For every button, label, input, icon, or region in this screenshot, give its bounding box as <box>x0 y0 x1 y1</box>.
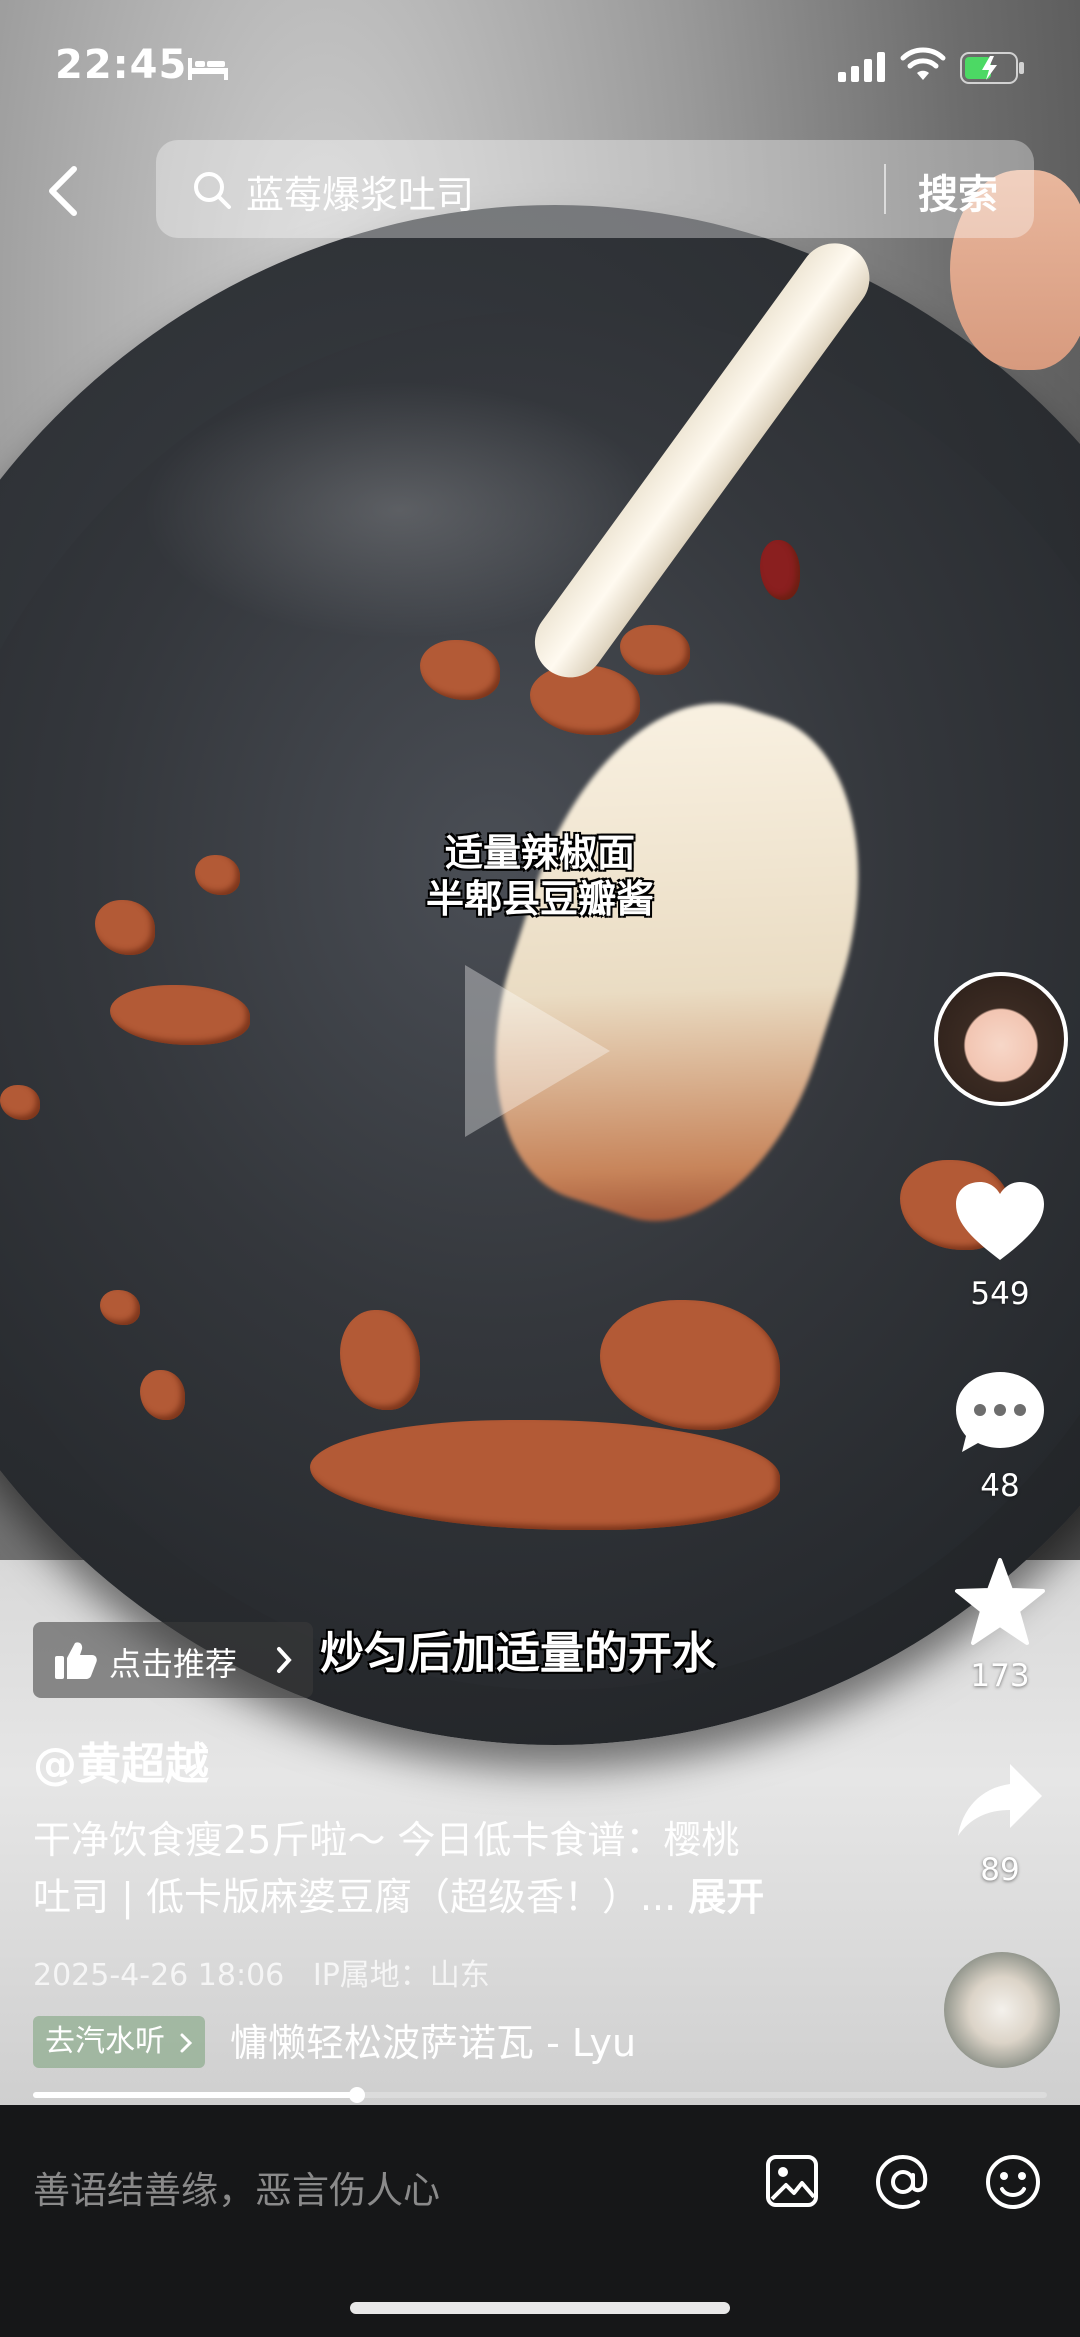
music-tag-label: 去汽水听 <box>45 2024 165 2059</box>
search-divider <box>884 164 886 214</box>
video-caption-bottom: 炒匀后加适量的开水 <box>320 1628 716 1679</box>
like-button[interactable]: 549 <box>950 1180 1050 1312</box>
video-progress-bar[interactable] <box>33 2087 1047 2103</box>
chevron-right-icon <box>180 2033 192 2052</box>
comment-count: 48 <box>980 1468 1020 1504</box>
status-bar: 22:45 <box>0 0 1080 130</box>
home-indicator <box>350 2302 730 2314</box>
caption-line-1: 适量辣椒面 <box>444 831 635 875</box>
video-progress-fill <box>33 2092 358 2098</box>
music-disc[interactable] <box>944 1952 1060 2068</box>
post-date: 2025-4-26 18:06 <box>33 1958 285 1993</box>
heart-icon <box>956 1182 1044 1260</box>
chevron-right-icon <box>277 1647 292 1673</box>
search-button[interactable]: 搜索 <box>918 162 998 220</box>
play-icon[interactable] <box>465 965 610 1137</box>
share-count: 89 <box>980 1852 1020 1888</box>
image-icon[interactable] <box>764 2153 820 2209</box>
comment-input[interactable]: 善语结善缘，恶言伤人心 <box>33 2160 440 2214</box>
post-meta: 2025-4-26 18:06 IP属地：山东 <box>33 1950 490 1994</box>
caption-line-2: 半郫县豆瓣酱 <box>425 877 654 921</box>
bed-icon <box>188 58 228 80</box>
battery-icon <box>960 52 1024 84</box>
search-icon <box>194 172 231 209</box>
description-line-2: 吐司 | 低卡版麻婆豆腐（超级香！）... <box>33 1875 677 1919</box>
favorite-button[interactable]: 173 <box>950 1558 1050 1694</box>
post-ip: IP属地：山东 <box>312 1958 490 1993</box>
post-description: 干净饮食瘦25斤啦～ 今日低卡食谱：樱桃 吐司 | 低卡版麻婆豆腐（超级香！）.… <box>33 1812 833 1926</box>
music-title[interactable]: 慵懒轻松波萨诺瓦 - Lyu <box>230 2016 665 2070</box>
at-icon[interactable] <box>874 2153 932 2211</box>
share-icon <box>958 1764 1042 1836</box>
like-count: 549 <box>970 1276 1030 1312</box>
star-icon <box>955 1558 1045 1645</box>
signal-icon <box>838 52 885 82</box>
author-name[interactable]: @黄超越 <box>33 1728 209 1792</box>
emoji-icon[interactable] <box>984 2153 1042 2211</box>
top-bar: 蓝莓爆浆吐司 搜索 <box>0 140 1080 240</box>
back-icon[interactable] <box>44 165 84 217</box>
comment-bar: 善语结善缘，恶言伤人心 <box>0 2105 1080 2337</box>
thumb-up-icon <box>55 1642 97 1679</box>
comment-button[interactable]: 48 <box>950 1370 1050 1504</box>
comment-icon <box>956 1372 1044 1452</box>
status-time: 22:45 <box>55 42 188 88</box>
favorite-count: 173 <box>970 1658 1030 1694</box>
description-line-1: 干净饮食瘦25斤啦～ 今日低卡食谱：樱桃 <box>33 1818 740 1862</box>
search-bar[interactable]: 蓝莓爆浆吐司 搜索 <box>156 140 1034 238</box>
recommend-label: 点击推荐 <box>109 1645 238 1683</box>
expand-button[interactable]: 展开 <box>688 1875 764 1919</box>
music-open-button[interactable]: 去汽水听 <box>33 2016 205 2068</box>
search-input[interactable]: 蓝莓爆浆吐司 <box>246 164 474 219</box>
wifi-icon <box>900 47 946 80</box>
video-caption-top: 适量辣椒面 半郫县豆瓣酱 <box>0 830 1080 922</box>
author-avatar[interactable] <box>934 972 1068 1106</box>
recommend-button[interactable]: 点击推荐 <box>33 1622 313 1698</box>
share-button[interactable]: 89 <box>950 1760 1050 1888</box>
